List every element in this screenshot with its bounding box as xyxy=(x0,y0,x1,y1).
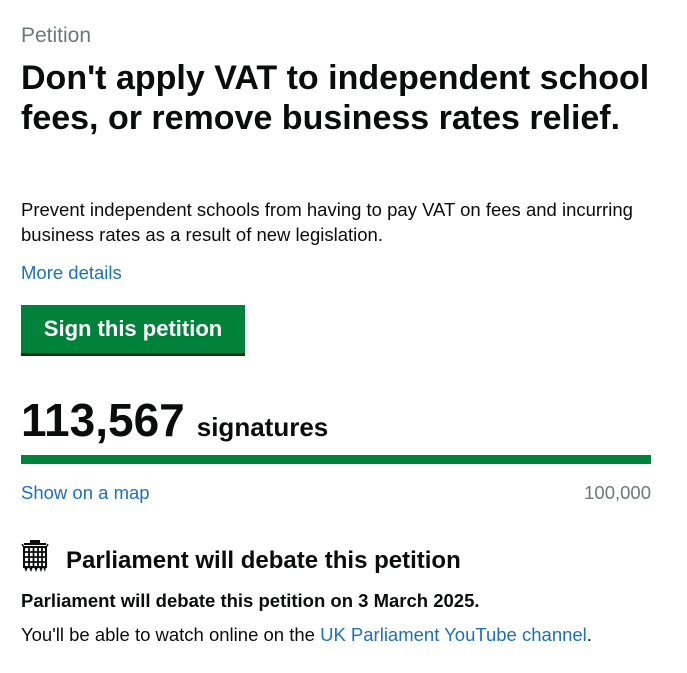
petition-title: Don't apply VAT to independent school fe… xyxy=(21,59,650,137)
signature-count-row: 113,567 signatures xyxy=(21,392,328,448)
debate-heading: Parliament will debate this petition xyxy=(66,547,461,574)
more-details-link[interactable]: More details xyxy=(21,262,122,284)
portcullis-icon xyxy=(21,540,49,572)
watch-online-suffix: . xyxy=(586,624,592,645)
sign-petition-button[interactable]: Sign this petition xyxy=(21,305,245,353)
debate-date-text: Parliament will debate this petition on … xyxy=(21,590,480,611)
page-caption: Petition xyxy=(21,24,92,47)
signature-progress-bar xyxy=(21,455,651,464)
watch-online-prefix: You'll be able to watch online on the xyxy=(21,624,321,645)
watch-online-text: You'll be able to watch online on the UK… xyxy=(21,624,592,646)
youtube-channel-link[interactable]: UK Parliament YouTube channel xyxy=(320,624,587,645)
signature-progress-fill xyxy=(21,455,651,464)
show-on-map-link[interactable]: Show on a map xyxy=(21,482,150,504)
signature-count: 113,567 xyxy=(21,394,185,446)
signature-threshold: 100,000 xyxy=(584,482,651,503)
signature-count-label: signatures xyxy=(196,412,329,442)
petition-summary: Prevent independent schools from having … xyxy=(21,199,633,245)
